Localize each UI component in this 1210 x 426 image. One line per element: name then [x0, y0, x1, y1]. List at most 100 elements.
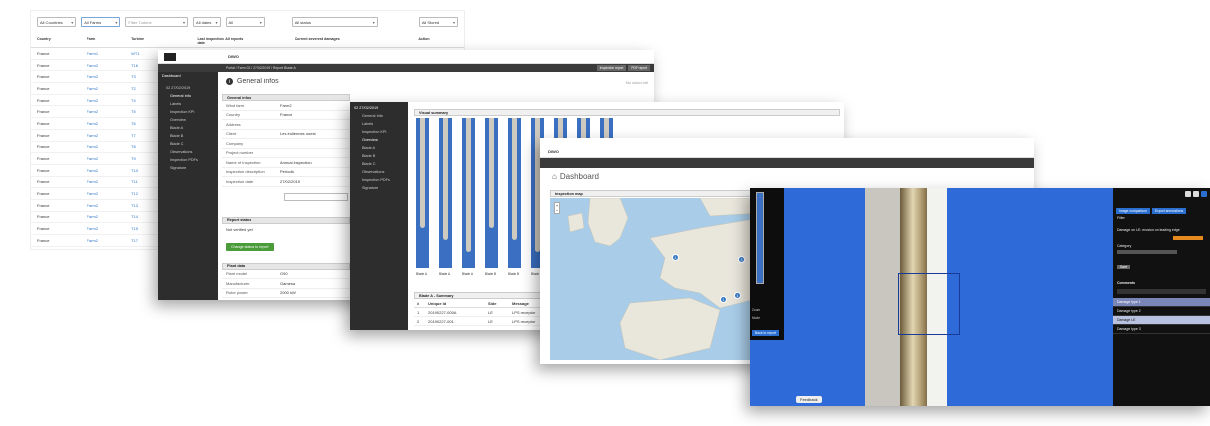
sidebar-item[interactable]: Blade C [350, 160, 408, 168]
blade-image[interactable] [462, 118, 475, 268]
stored-filter[interactable]: All Stored [418, 17, 459, 27]
annotation-box[interactable] [898, 273, 960, 335]
country-filter[interactable]: All Countries [37, 17, 77, 27]
fullscreen-icon[interactable] [1201, 191, 1207, 197]
table-cell[interactable]: Farm2 [87, 168, 132, 173]
col-last-inspection[interactable]: Last inspection date [197, 37, 225, 45]
sidebar-item[interactable]: Blade B [158, 132, 218, 140]
table-cell[interactable]: Farm2 [87, 156, 132, 161]
blade-image[interactable] [439, 118, 452, 268]
field-value[interactable]: 27/02/2019 [280, 179, 300, 184]
table-cell[interactable]: Farm2 [87, 133, 132, 138]
image-comparison-button[interactable]: Image comparison [1116, 208, 1150, 214]
sidebar-item[interactable]: Inspection PDFs [350, 176, 408, 184]
table-cell[interactable]: Farm2 [87, 109, 132, 114]
field-value[interactable]: Gamesa [280, 281, 295, 286]
col-damages[interactable]: Current severest damages [295, 37, 419, 45]
sidebar-item[interactable]: Observations [158, 148, 218, 156]
field-value[interactable]: 2000 kW [280, 290, 296, 295]
inspection-report-button[interactable]: Inspection report [596, 65, 627, 71]
col-action[interactable]: Action [418, 37, 458, 45]
sidebar-item[interactable]: Blade B [350, 152, 408, 160]
date-filter[interactable]: All dates [193, 17, 221, 27]
table-cell[interactable]: Farm2 [87, 63, 132, 68]
blade-image[interactable] [485, 118, 498, 268]
sidebar-item[interactable]: Blade A [350, 144, 408, 152]
table-cell[interactable]: Farm2 [87, 98, 132, 103]
sidebar-item[interactable]: Overview [350, 136, 408, 144]
farm-filter[interactable]: All Farms [81, 17, 121, 27]
table-cell[interactable]: Farm1 [87, 51, 132, 56]
field-label: Rotor power [226, 290, 248, 296]
sidebar-item[interactable]: 02 27/02/2019 [350, 104, 408, 112]
inspection-map[interactable]: + − 1 3 1 4 [550, 198, 760, 360]
reports-filter[interactable]: All [225, 17, 265, 27]
table-cell: France [37, 85, 50, 91]
sidebar-item[interactable]: General Info [158, 92, 218, 100]
table-cell[interactable]: Farm2 [87, 203, 132, 208]
table-cell: France [37, 191, 50, 197]
annotation-list-item[interactable]: Damage type 1 [1113, 297, 1210, 307]
annotation-list-item[interactable]: Damage type 3 [1113, 325, 1210, 334]
table-cell[interactable]: Farm2 [87, 121, 132, 126]
sidebar-item[interactable]: Dashboard [158, 72, 218, 80]
sidebar-item[interactable]: Labels [350, 120, 408, 128]
turbine-filter-input[interactable]: Filter Turbine [125, 17, 189, 27]
table-cell[interactable]: Farm2 [87, 179, 132, 184]
sidebar-item[interactable]: Signature [350, 184, 408, 192]
field-value[interactable]: France [280, 112, 292, 117]
field-value[interactable]: G90 [280, 271, 288, 276]
field-value[interactable]: Les éoliennes ouest [280, 131, 316, 136]
validate-button[interactable]: Change status to report [226, 242, 274, 251]
field-value[interactable]: Periodic [280, 169, 294, 174]
map-marker[interactable]: 1 [720, 296, 727, 303]
table-cell[interactable]: Farm2 [87, 238, 132, 243]
annotation-list-item[interactable]: Damage type 2 [1113, 307, 1210, 316]
save-button[interactable]: Save [1117, 264, 1131, 269]
map-marker[interactable]: 4 [734, 292, 741, 299]
annotation-list-item[interactable]: Damage LE [1113, 315, 1210, 325]
sidebar-item[interactable]: Inspection KPI [158, 108, 218, 116]
col-reports[interactable]: All reports [225, 37, 294, 45]
notes-input[interactable] [284, 192, 348, 201]
back-to-report-button[interactable]: Back to report [752, 330, 780, 336]
gear-icon[interactable] [1193, 191, 1199, 197]
comment-input[interactable] [1117, 288, 1206, 294]
breadcrumb[interactable]: Portal / Farm 02 / 27/02/2019 / Report B… [226, 66, 296, 70]
blade-thumbnail[interactable] [756, 192, 764, 284]
zoom-controls[interactable]: + − [554, 202, 560, 214]
status-filter[interactable]: All status [291, 17, 378, 27]
sidebar-item[interactable]: Observations [350, 168, 408, 176]
sidebar-item[interactable]: Overview [158, 116, 218, 124]
edit-icon[interactable] [1185, 191, 1191, 197]
table-cell[interactable]: Farm2 [87, 191, 132, 196]
table-cell[interactable]: Farm2 [87, 226, 132, 231]
summary-cell: LE [488, 318, 493, 324]
sidebar-item[interactable]: Labels [158, 100, 218, 108]
sidebar-item[interactable]: General Info [350, 112, 408, 120]
sidebar-item[interactable]: Blade A [158, 124, 218, 132]
table-cell[interactable]: Farm2 [87, 74, 132, 79]
blade-image[interactable] [508, 118, 521, 268]
sidebar-item[interactable]: Signature [158, 164, 218, 172]
table-cell[interactable]: Farm2 [87, 144, 132, 149]
field-value[interactable]: Farm2 [280, 103, 292, 108]
map-marker[interactable]: 1 [672, 254, 679, 261]
feedback-button[interactable]: Feedback [796, 396, 822, 403]
col-country[interactable]: Country [37, 37, 87, 45]
sidebar-item[interactable]: Blade C [158, 140, 218, 148]
blade-image[interactable] [416, 118, 429, 268]
map-marker[interactable]: 3 [738, 256, 745, 263]
sidebar-item[interactable]: 02 27/02/2019 [158, 84, 218, 92]
field-value[interactable]: Annual inspection [280, 160, 312, 165]
category-select[interactable] [1117, 249, 1177, 254]
table-cell[interactable]: Farm2 [87, 214, 132, 219]
pdf-report-button[interactable]: PDF report [628, 65, 650, 71]
export-annotations-button[interactable]: Export annotations [1151, 208, 1187, 214]
col-farm[interactable]: Farm [87, 37, 132, 45]
sidebar-item[interactable]: Inspection KPI [350, 128, 408, 136]
col-turbine[interactable]: Turbine [131, 37, 197, 45]
sidebar-item[interactable]: Inspection PDFs [158, 156, 218, 164]
zoom-label: Zoom [752, 308, 761, 312]
table-cell[interactable]: Farm2 [87, 86, 132, 91]
